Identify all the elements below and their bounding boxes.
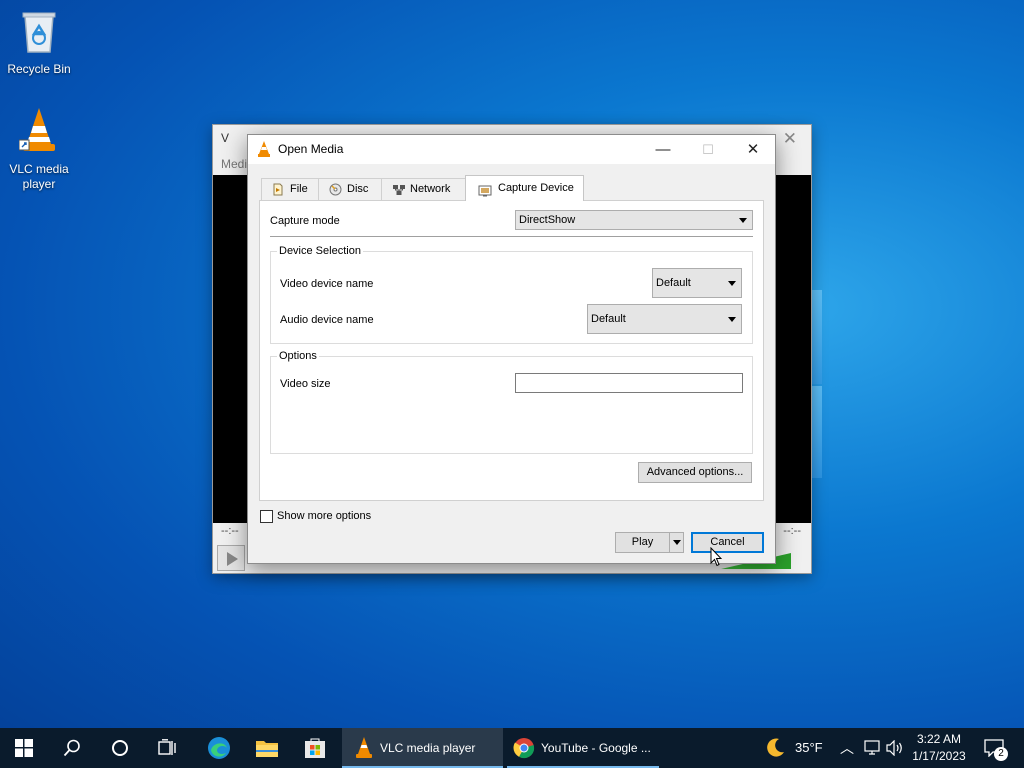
chevron-down-icon [728,317,736,322]
taskbar-app-vlc[interactable]: VLC media player [342,728,503,768]
edge-icon [208,737,230,759]
play-button[interactable]: Play [615,532,670,553]
open-media-dialog: Open Media — ☐ ✕ File Disc Network Captu… [247,134,776,564]
recycle-bin-icon [2,8,76,58]
play-button-label: Play [631,536,654,548]
play-dropdown-button[interactable] [669,532,684,553]
cortana-button[interactable] [96,728,144,768]
wallpaper-light [812,386,822,478]
tab-label: Capture Device [498,182,574,194]
notification-badge: 2 [994,747,1008,761]
show-more-options-checkbox[interactable] [260,510,273,523]
action-center-button[interactable]: 2 [978,728,1024,768]
device-selection-legend: Device Selection [277,245,363,257]
cancel-button[interactable]: Cancel [691,532,764,553]
vlc-menu-media[interactable]: Medi [221,157,247,171]
desktop-icon-vlc[interactable]: VLC media player [2,106,76,192]
desktop-icon-label: Recycle Bin [7,62,71,76]
capture-mode-value: DirectShow [519,214,576,226]
advanced-options-button[interactable]: Advanced options... [638,462,752,483]
vlc-total-time: --:-- [783,525,801,537]
chrome-icon [513,738,535,759]
show-hidden-icons-chevron-icon[interactable]: ︿ [840,728,854,768]
chevron-down-icon [673,540,681,545]
vlc-close-icon[interactable]: ✕ [783,129,797,149]
moon-icon [767,738,784,757]
video-size-input[interactable] [515,373,743,393]
capture-device-icon [478,182,492,207]
speaker-icon [886,740,902,756]
divider [270,236,753,237]
chevron-down-icon [728,281,736,286]
vlc-play-button[interactable] [217,545,245,571]
search-icon [63,739,80,757]
chevron-down-icon [739,218,747,223]
windows-logo-icon [15,739,33,757]
clock-date: 1/17/2023 [912,749,966,763]
mouse-cursor-icon [710,546,723,570]
vlc-cone-icon [2,106,76,158]
taskbar-app-chrome[interactable]: YouTube - Google ... [507,728,659,768]
capture-mode-select[interactable]: DirectShow [515,210,753,230]
capture-mode-label: Capture mode [270,215,340,227]
clock[interactable]: 3:22 AM 1/17/2023 [908,731,970,765]
weather-temp: 35°F [795,740,823,755]
store-button[interactable] [291,728,339,768]
dialog-title: Open Media [278,142,344,156]
vlc-elapsed-time: --:-- [221,525,239,537]
minimize-icon[interactable]: — [640,135,686,164]
start-button[interactable] [0,728,48,768]
audio-device-value: Default [591,313,626,325]
video-device-value: Default [656,277,691,289]
audio-device-label: Audio device name [280,314,374,326]
options-group [270,356,753,454]
show-more-options-label[interactable]: Show more options [277,510,371,522]
wallpaper-light [812,290,822,384]
tab-label: File [290,183,308,195]
folder-icon [256,741,278,757]
network-tray-icon[interactable] [862,728,882,768]
vlc-window-title: V [221,131,230,145]
task-view-button[interactable] [144,728,192,768]
capture-device-panel: Capture mode DirectShow Device Selection… [259,200,764,501]
weather-widget[interactable]: 35°F [760,728,830,768]
tab-disc[interactable]: Disc [318,178,382,200]
file-explorer-button[interactable] [243,728,291,768]
video-size-label: Video size [280,378,331,390]
taskbar: VLC media player YouTube - Google ... 35… [0,728,1024,768]
options-legend: Options [277,350,319,362]
dialog-titlebar[interactable]: Open Media — ☐ ✕ [248,135,775,164]
network-status-icon [864,740,880,755]
store-icon [305,738,325,758]
tab-label: Network [410,183,451,195]
tab-capture-device[interactable]: Capture Device [465,175,584,201]
close-icon[interactable]: ✕ [730,135,776,164]
taskbar-app-label: YouTube - Google ... [541,741,651,755]
edge-taskbar-button[interactable] [195,728,243,768]
vlc-cone-icon [257,141,271,160]
tab-label: Disc [347,183,369,195]
cortana-icon [112,740,128,756]
video-device-select[interactable]: Default [652,268,742,298]
vlc-cone-icon [356,737,372,758]
desktop-icon-recycle-bin[interactable]: Recycle Bin [2,8,76,77]
tab-file[interactable]: File [261,178,319,200]
taskbar-app-label: VLC media player [380,741,476,755]
tab-network[interactable]: Network [381,178,466,200]
clock-time: 3:22 AM [916,732,962,746]
search-button[interactable] [48,728,96,768]
desktop-icon-label: VLC media player [9,162,69,191]
volume-tray-icon[interactable] [885,728,905,768]
audio-device-select[interactable]: Default [587,304,742,334]
video-device-label: Video device name [280,278,374,290]
maximize-icon[interactable]: ☐ [685,135,731,164]
task-view-icon [158,739,176,755]
